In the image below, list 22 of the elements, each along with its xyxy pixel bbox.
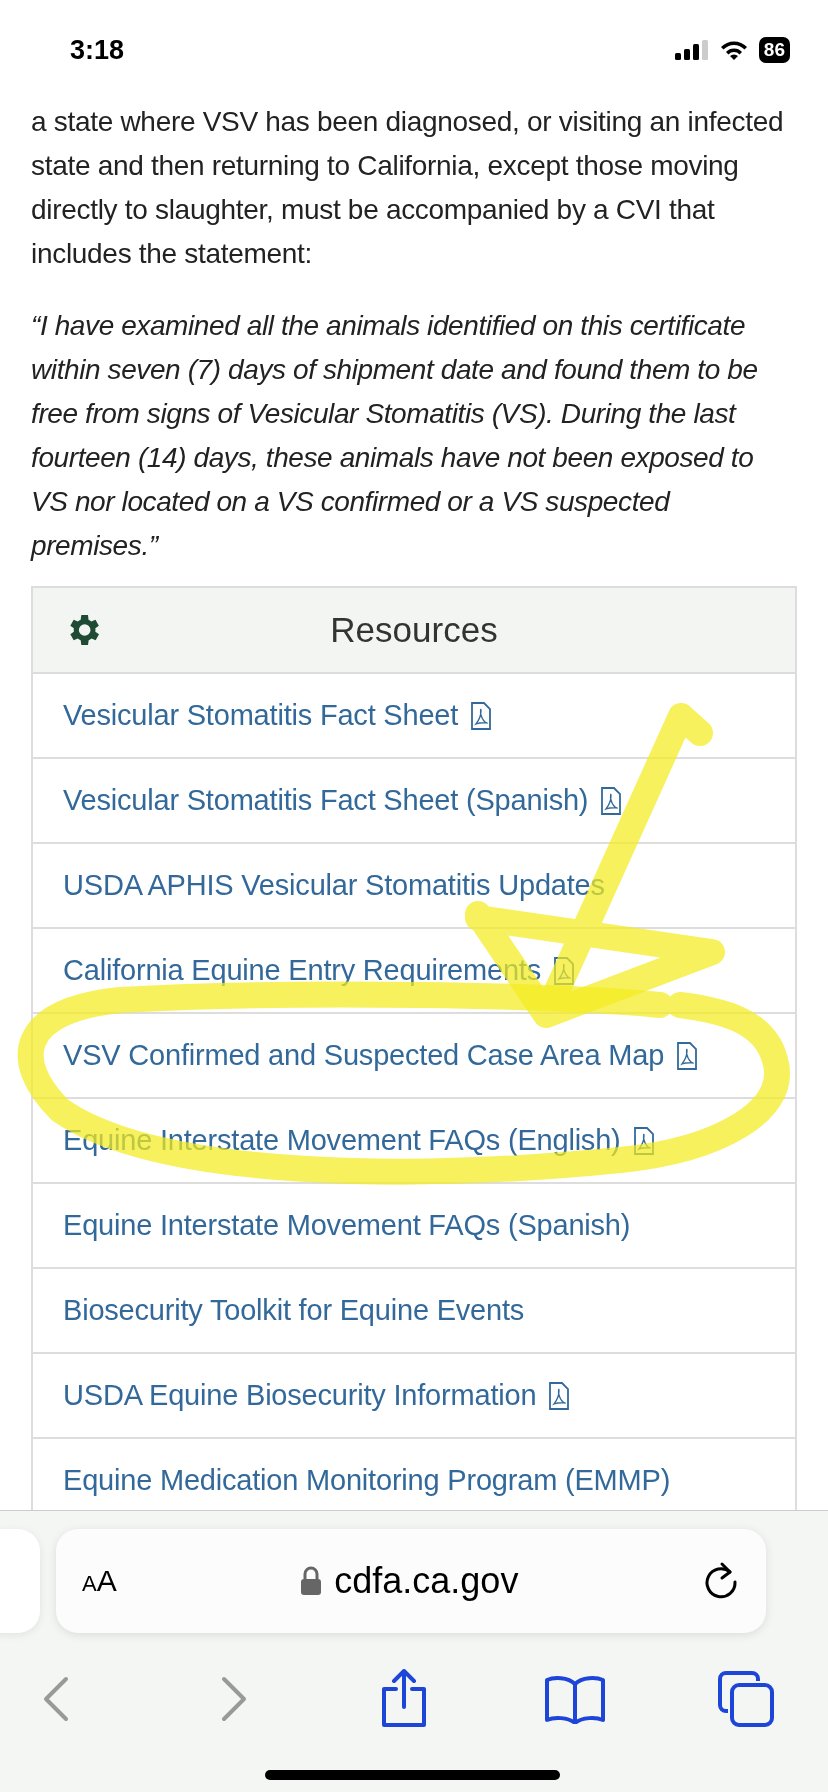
resource-link[interactable]: Equine Interstate Movement FAQs (Spanish) (63, 1209, 631, 1242)
resource-link[interactable]: Equine Medication Monitoring Program (EMMP) (63, 1464, 671, 1497)
resource-link[interactable]: Vesicular Stomatitis Fact Sheet (63, 699, 459, 732)
forward-icon[interactable] (220, 1675, 248, 1723)
resource-link[interactable]: Biosecurity Toolkit for Equine Events (63, 1294, 525, 1327)
resource-link[interactable]: Vesicular Stomatitis Fact Sheet (Spanish) (63, 784, 589, 817)
resource-link[interactable]: VSV Confirmed and Suspected Case Area Map (63, 1039, 665, 1072)
url-text: cdfa.ca.gov (334, 1560, 519, 1602)
clock-time: 3:18 (70, 34, 125, 66)
resource-link[interactable]: USDA Equine Biosecurity Information (63, 1379, 537, 1412)
text-size-button[interactable]: AA (82, 1564, 117, 1598)
battery-level: 86 (758, 37, 790, 63)
tabs-icon[interactable] (718, 1671, 774, 1727)
book-icon[interactable] (544, 1674, 606, 1724)
address-bar[interactable]: AA cdfa.ca.gov (56, 1529, 766, 1633)
lock-icon (300, 1566, 323, 1596)
section-title: Resources (329, 610, 499, 650)
body-paragraph: a state where VSV has been diagnosed, or visiting an infected state and then returning to California, except those moving directly to slaughter, must be accompanied by a CVI that includes the statement: (31, 105, 785, 271)
quoted-statement: “I have examined all the animals identified on this certificate within seven (7) days of shipment date and found them to be free from signs of Vesicular Stomatitis (VS). During the last fourteen (14) days, these animals have not been exposed to VS nor located on a VS confirmed or a VS suspected premises.” (31, 309, 759, 563)
back-icon[interactable] (42, 1675, 70, 1723)
signal-icon (674, 40, 709, 60)
share-icon[interactable] (380, 1669, 428, 1729)
